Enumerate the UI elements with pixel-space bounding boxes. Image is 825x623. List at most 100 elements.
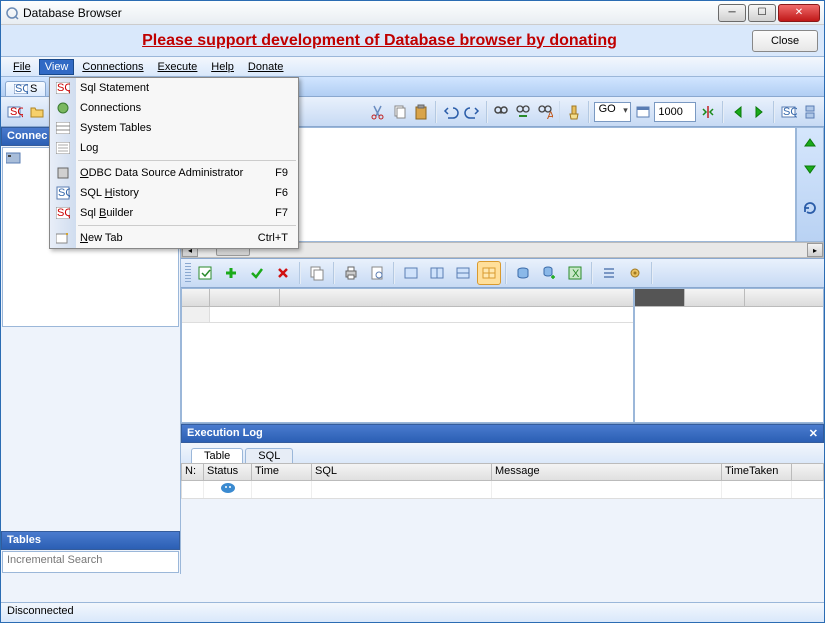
- svg-text:SQ: SQ: [15, 84, 28, 94]
- col-sql[interactable]: SQL: [312, 464, 492, 480]
- paste-button[interactable]: [411, 100, 431, 124]
- find-button[interactable]: [492, 100, 512, 124]
- svg-text:SQ: SQ: [58, 187, 70, 199]
- print-button[interactable]: [339, 261, 363, 285]
- view-menu-dropdown: SQL Sql Statement Connections System Tab…: [49, 77, 299, 249]
- window-title: Database Browser: [23, 6, 122, 20]
- add-row-button[interactable]: [219, 261, 243, 285]
- find-next-button[interactable]: A: [535, 100, 555, 124]
- menu-donate[interactable]: Donate: [242, 59, 289, 75]
- col-n[interactable]: N:: [182, 464, 204, 480]
- execution-log-close-button[interactable]: ✕: [809, 427, 818, 440]
- menu-view[interactable]: View: [39, 59, 75, 75]
- copy-button[interactable]: [390, 100, 410, 124]
- menu-new-tab[interactable]: New Tab Ctrl+T: [50, 228, 298, 248]
- table-icon: [55, 120, 71, 136]
- menu-execute[interactable]: Execute: [152, 59, 204, 75]
- col-status[interactable]: Status: [204, 464, 252, 480]
- new-sql-button[interactable]: SQL: [5, 100, 25, 124]
- view-conn-button[interactable]: [800, 100, 820, 124]
- settings-button[interactable]: [623, 261, 647, 285]
- prev-button[interactable]: [728, 100, 748, 124]
- statusbar: Disconnected: [1, 602, 824, 622]
- log-icon: [55, 140, 71, 156]
- builder-icon: SQL: [55, 205, 71, 221]
- menu-file[interactable]: File: [7, 59, 37, 75]
- window-close-button[interactable]: ✕: [778, 4, 820, 22]
- execution-log-panel: Execution Log ✕ Table SQL N: Status Time…: [181, 423, 824, 499]
- scroll-right-button[interactable]: ▸: [807, 243, 823, 257]
- menu-sql-builder[interactable]: SQL Sql Builder F7: [50, 203, 298, 223]
- maximize-button[interactable]: ☐: [748, 4, 776, 22]
- col-timetaken[interactable]: TimeTaken: [722, 464, 792, 480]
- tab-exec-sql[interactable]: SQL: [245, 448, 293, 463]
- clear-button[interactable]: [564, 100, 584, 124]
- app-icon: [5, 6, 19, 20]
- find-replace-button[interactable]: [513, 100, 533, 124]
- odbc-icon: [55, 165, 71, 181]
- open-button[interactable]: [27, 100, 47, 124]
- history-icon: SQ: [55, 185, 71, 201]
- delete-row-button[interactable]: [271, 261, 295, 285]
- menu-view-connections[interactable]: Connections: [50, 98, 298, 118]
- tab-sql[interactable]: SQ S: [5, 81, 46, 96]
- move-down-button[interactable]: [800, 158, 820, 178]
- menu-help[interactable]: Help: [205, 59, 240, 75]
- svg-text:SQL: SQL: [57, 82, 70, 94]
- menu-sql-statement[interactable]: SQL Sql Statement: [50, 78, 298, 98]
- svg-text:SQL: SQL: [57, 207, 70, 219]
- rows-input[interactable]: [654, 102, 696, 122]
- menu-system-tables[interactable]: System Tables: [50, 118, 298, 138]
- results-grid-row: [181, 288, 824, 423]
- list-view-button[interactable]: [597, 261, 621, 285]
- view-sql-button[interactable]: SQL: [779, 100, 799, 124]
- donation-banner: Please support development of Database b…: [1, 25, 824, 57]
- col-message[interactable]: Message: [492, 464, 722, 480]
- status-info-icon: [220, 481, 236, 495]
- minimize-button[interactable]: ─: [718, 4, 746, 22]
- redo-button[interactable]: [462, 100, 482, 124]
- svg-text:SQL: SQL: [783, 106, 797, 118]
- undo-button[interactable]: [441, 100, 461, 124]
- go-combo[interactable]: GO: [594, 102, 631, 122]
- tab-exec-table[interactable]: Table: [191, 448, 243, 463]
- copy-grid-button[interactable]: [305, 261, 329, 285]
- results-detail-grid[interactable]: [634, 288, 824, 423]
- menu-connections[interactable]: Connections: [76, 59, 149, 75]
- menu-log[interactable]: Log: [50, 138, 298, 158]
- preview-button[interactable]: [365, 261, 389, 285]
- layout4-button[interactable]: [477, 261, 501, 285]
- incremental-search-input[interactable]: Incremental Search: [2, 551, 179, 573]
- db-explore-button[interactable]: [511, 261, 535, 285]
- menubar: File View Connections Execute Help Donat…: [1, 57, 824, 77]
- cut-button[interactable]: [368, 100, 388, 124]
- col-time[interactable]: Time: [252, 464, 312, 480]
- refresh-button[interactable]: [800, 198, 820, 218]
- globe-icon: [55, 100, 71, 116]
- layout1-button[interactable]: [399, 261, 423, 285]
- donation-link[interactable]: Please support development of Database b…: [7, 32, 752, 50]
- execution-log-row[interactable]: [181, 481, 824, 499]
- next-button[interactable]: [749, 100, 769, 124]
- server-icon: [6, 151, 22, 165]
- sql-icon: SQ: [14, 84, 26, 94]
- layout2-button[interactable]: [425, 261, 449, 285]
- svg-text:A: A: [547, 110, 553, 120]
- new-window-button[interactable]: [633, 100, 653, 124]
- gripper-icon: [185, 263, 191, 283]
- new-tab-icon: [55, 230, 71, 246]
- move-up-button[interactable]: [800, 134, 820, 154]
- excel-button[interactable]: X: [563, 261, 587, 285]
- export-button[interactable]: [193, 261, 217, 285]
- menu-sql-history[interactable]: SQ SQL History F6: [50, 183, 298, 203]
- menu-odbc-admin[interactable]: ODBC Data Source Administrator F9: [50, 163, 298, 183]
- commit-button[interactable]: [245, 261, 269, 285]
- svg-text:SQL: SQL: [10, 106, 23, 118]
- layout3-button[interactable]: [451, 261, 475, 285]
- banner-close-button[interactable]: Close: [752, 30, 818, 52]
- execution-log-header: Execution Log ✕: [181, 424, 824, 443]
- results-grid[interactable]: [181, 288, 634, 423]
- results-toolbar: X: [181, 258, 824, 288]
- limit-toggle-button[interactable]: [698, 100, 718, 124]
- db-add-button[interactable]: [537, 261, 561, 285]
